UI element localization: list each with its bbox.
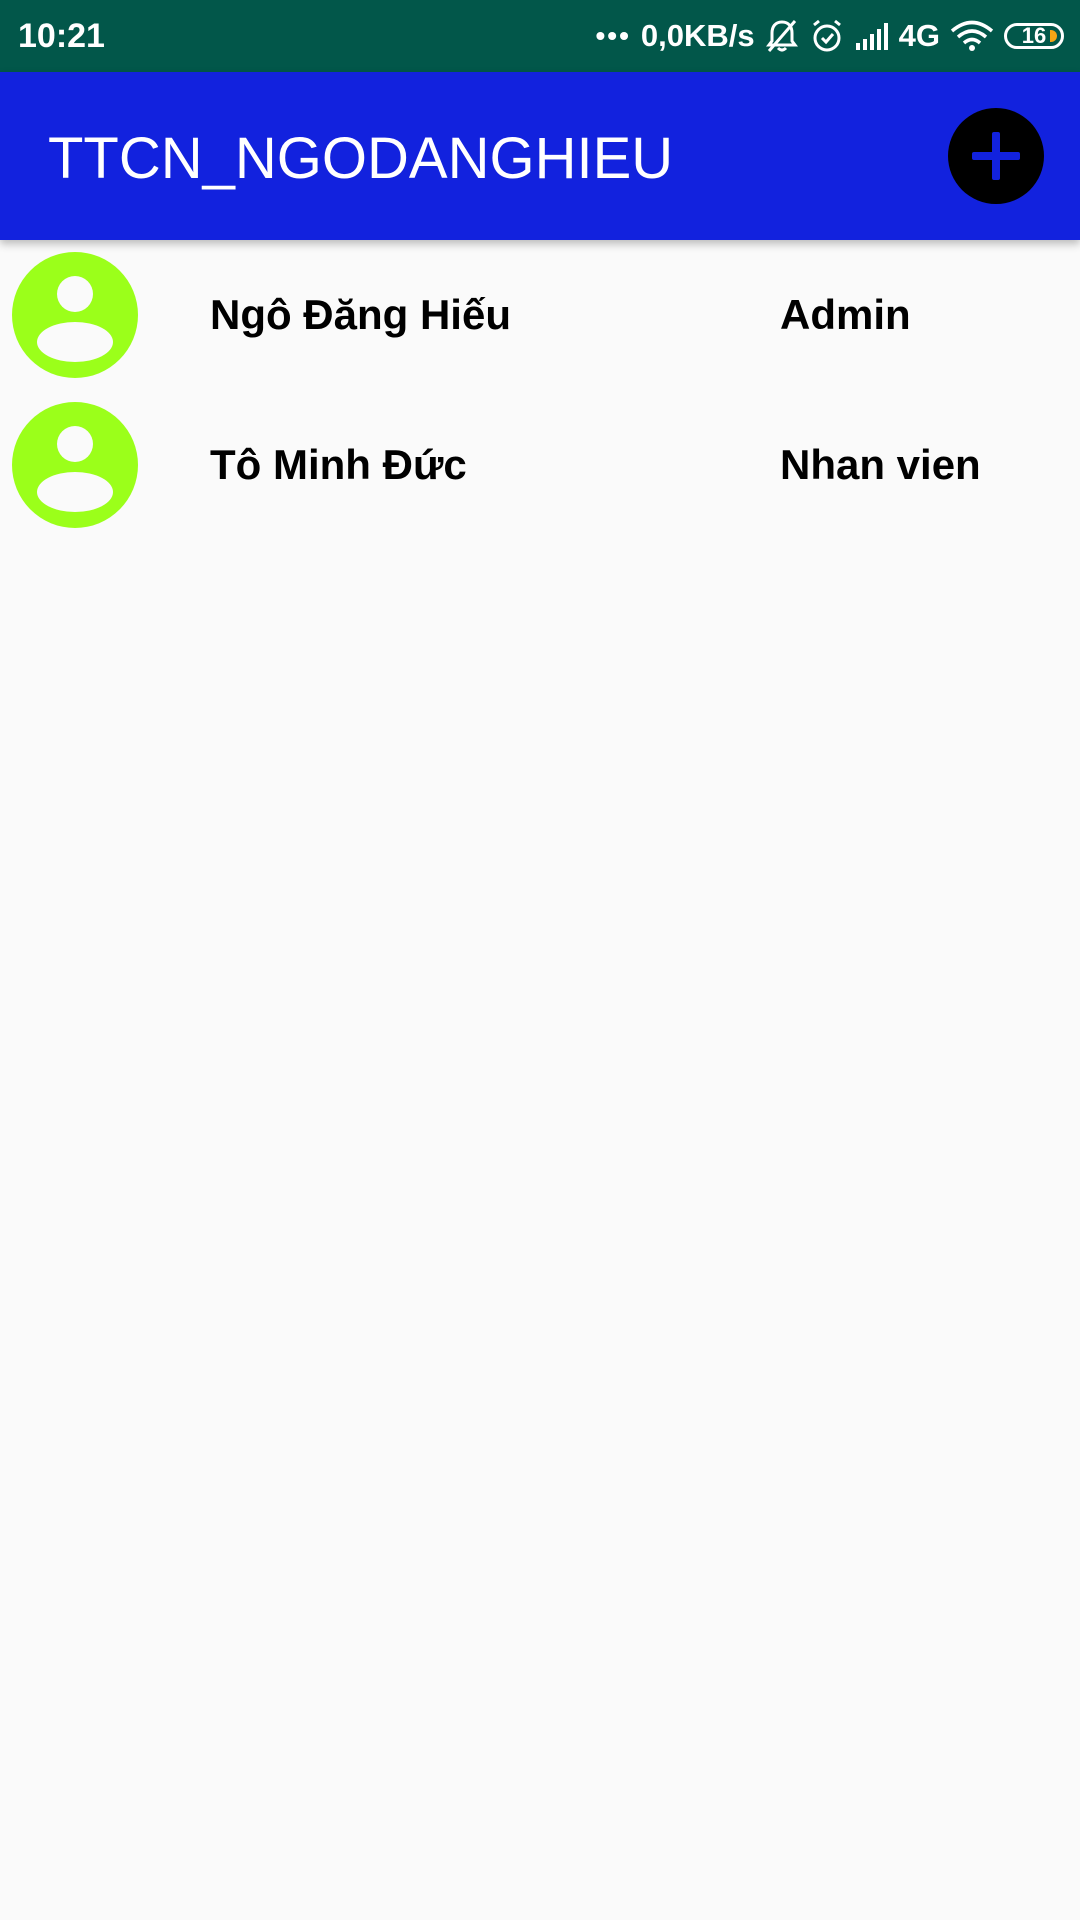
add-user-button[interactable] (948, 108, 1044, 204)
alarm-icon (809, 18, 845, 54)
user-list: Ngô Đăng Hiếu Admin Tô Minh Đức Nhan vie… (0, 240, 1080, 540)
user-avatar-icon (12, 252, 138, 378)
battery-fill (1050, 30, 1057, 42)
user-avatar-icon (12, 402, 138, 528)
user-row[interactable]: Ngô Đăng Hiếu Admin (0, 240, 1080, 390)
wifi-icon (950, 20, 994, 52)
muted-bell-icon (765, 18, 799, 54)
status-time: 10:21 (18, 17, 105, 55)
signal-icon (855, 21, 895, 51)
app-bar: TTCN_NGODANGHIEU (0, 72, 1080, 240)
user-role: Nhan vien (780, 441, 981, 488)
battery-level: 16 (1021, 23, 1047, 48)
network-speed: 0,0KB/s (640, 18, 755, 53)
plus-icon (972, 132, 1020, 180)
status-bar: 10:21 ••• 0,0KB/s 4G 16 (0, 0, 1080, 72)
more-notifications-indicator: ••• (595, 20, 631, 51)
network-type: 4G (898, 18, 940, 53)
status-icons: ••• 0,0KB/s 4G 16 (595, 14, 1064, 58)
user-name: Ngô Đăng Hiếu (210, 291, 511, 338)
app-title: TTCN_NGODANGHIEU (48, 126, 674, 191)
battery-indicator: 16 (1004, 23, 1064, 49)
user-name: Tô Minh Đức (210, 441, 467, 488)
user-row[interactable]: Tô Minh Đức Nhan vien (0, 390, 1080, 540)
user-role: Admin (780, 291, 911, 338)
